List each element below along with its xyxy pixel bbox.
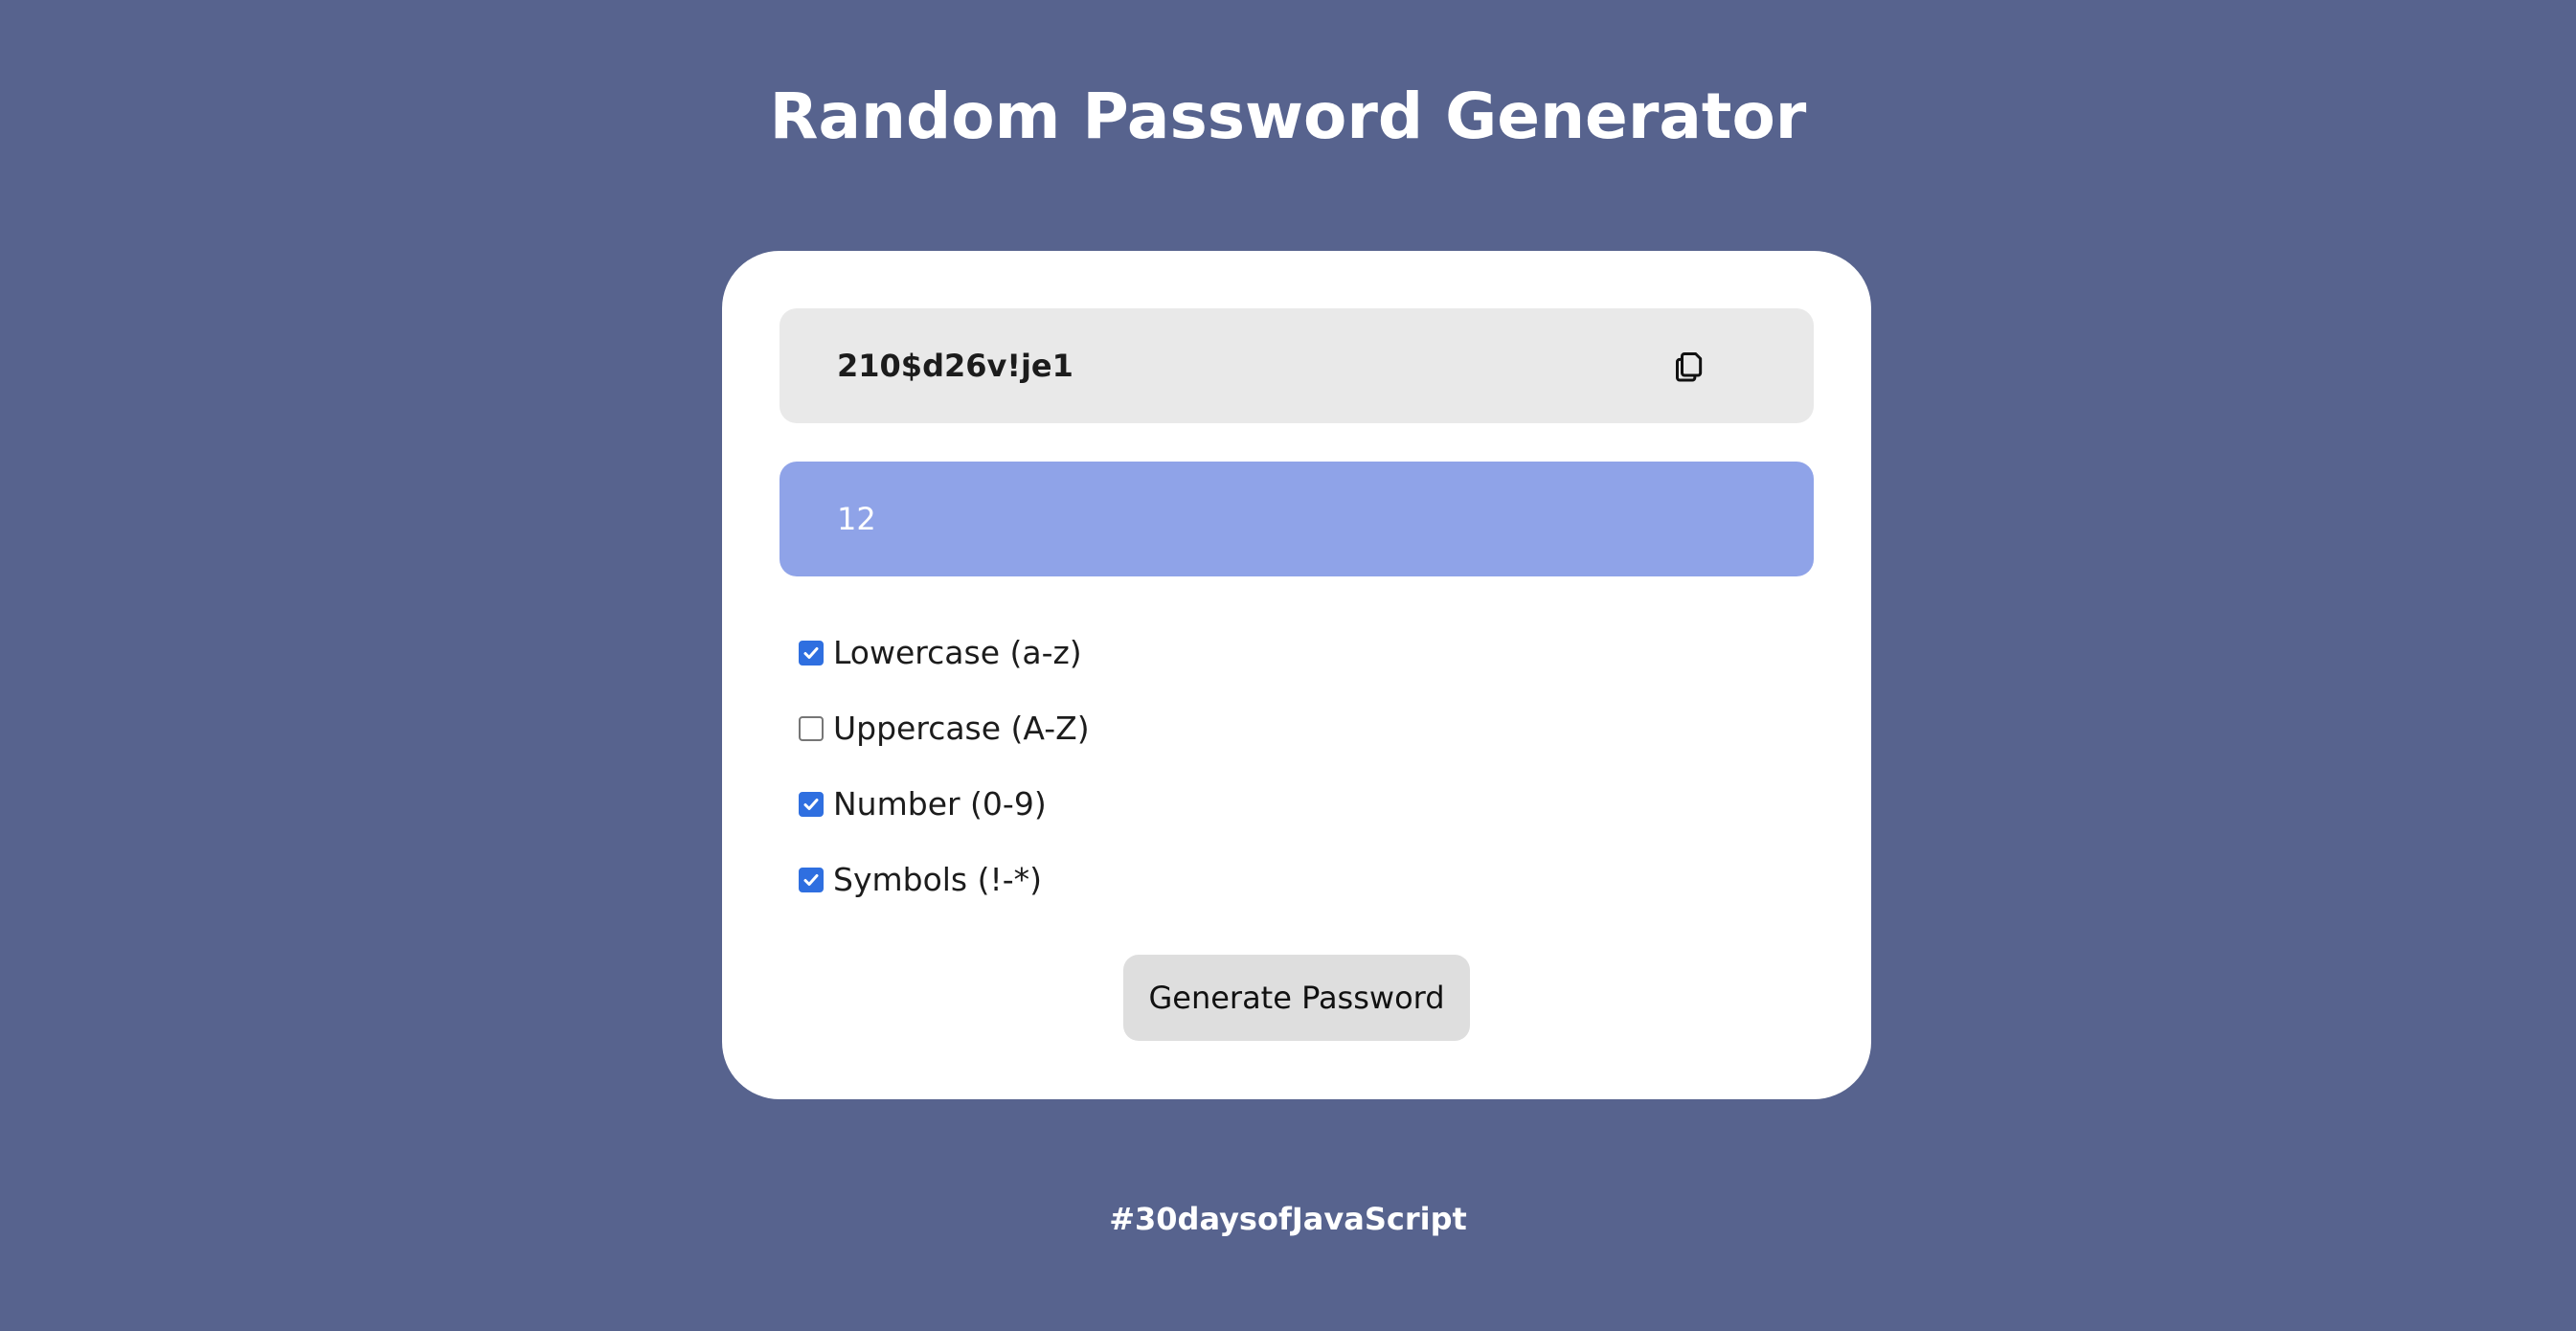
number-label: Number (0-9) xyxy=(833,785,1047,823)
footer-hashtag: #30daysofJavaScript xyxy=(1109,1201,1467,1237)
checkmark-icon xyxy=(803,873,819,886)
password-text: 210$d26v!je1 xyxy=(837,348,1073,384)
page-title: Random Password Generator xyxy=(769,79,1807,153)
password-display: 210$d26v!je1 xyxy=(780,308,1814,423)
copy-button[interactable] xyxy=(1670,347,1708,385)
checkmark-icon xyxy=(803,798,819,810)
copy-icon xyxy=(1676,352,1703,382)
generator-card: 210$d26v!je1 Lowercase (a-z) Uppercase (… xyxy=(722,251,1871,1099)
number-checkbox[interactable] xyxy=(799,791,824,817)
option-uppercase[interactable]: Uppercase (A-Z) xyxy=(799,690,1756,766)
lowercase-checkbox[interactable] xyxy=(799,640,824,666)
lowercase-label: Lowercase (a-z) xyxy=(833,634,1082,671)
generate-password-button[interactable]: Generate Password xyxy=(1123,955,1470,1041)
symbols-checkbox[interactable] xyxy=(799,867,824,892)
uppercase-label: Uppercase (A-Z) xyxy=(833,710,1090,747)
symbols-label: Symbols (!-*) xyxy=(833,861,1042,898)
checkmark-icon xyxy=(803,646,819,659)
options-list: Lowercase (a-z) Uppercase (A-Z) Number (… xyxy=(799,615,1756,917)
length-input[interactable] xyxy=(780,462,1814,576)
length-field-wrapper xyxy=(780,462,1814,576)
option-lowercase[interactable]: Lowercase (a-z) xyxy=(799,615,1756,690)
option-symbols[interactable]: Symbols (!-*) xyxy=(799,842,1756,917)
option-number[interactable]: Number (0-9) xyxy=(799,766,1756,842)
uppercase-checkbox[interactable] xyxy=(799,715,824,741)
